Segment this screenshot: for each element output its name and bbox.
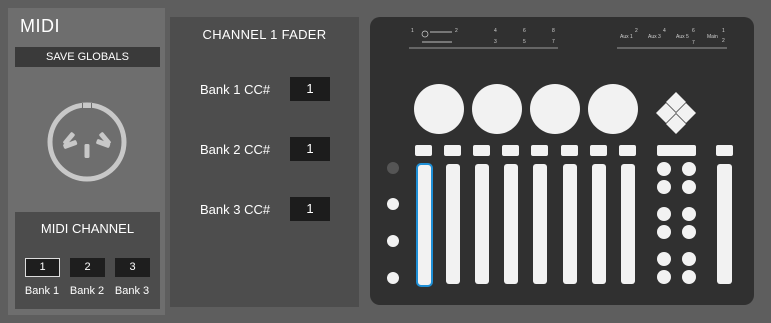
main-select-button[interactable] <box>716 145 733 156</box>
select-button-3[interactable] <box>473 145 490 156</box>
grid-button-8[interactable] <box>682 225 696 239</box>
fader-8[interactable] <box>621 164 635 284</box>
fader-6[interactable] <box>563 164 577 284</box>
grid-button-7[interactable] <box>657 225 671 239</box>
aux-4-label: 4 <box>663 28 666 34</box>
fader-settings-panel <box>170 17 359 307</box>
aux-2-label: 2 <box>635 28 638 34</box>
grid-button-12[interactable] <box>682 270 696 284</box>
select-button-1[interactable] <box>415 145 432 156</box>
indicator-dot <box>387 162 399 174</box>
grid-button-6[interactable] <box>682 207 696 221</box>
grid-button-3[interactable] <box>657 180 671 194</box>
aux-5-label: Aux 5 <box>676 34 689 40</box>
grid-button-1[interactable] <box>657 162 671 176</box>
grid-button-2[interactable] <box>682 162 696 176</box>
grid-button-5[interactable] <box>657 207 671 221</box>
bank-2-label: Bank 2 <box>69 285 105 297</box>
fader-4[interactable] <box>504 164 518 284</box>
top-label-7: 7 <box>552 39 555 45</box>
main-1-label: 1 <box>722 28 725 34</box>
knob-4[interactable] <box>588 84 638 134</box>
top-label-3: 3 <box>494 39 497 45</box>
bank-2-cc-input[interactable]: 1 <box>290 137 330 161</box>
select-button-2[interactable] <box>444 145 461 156</box>
top-label-4: 4 <box>494 28 497 34</box>
nav-diamond-icon[interactable] <box>656 92 696 134</box>
fader-7[interactable] <box>592 164 606 284</box>
bank-3-cc-input[interactable]: 1 <box>290 197 330 221</box>
controller-device-diagram: 1 2 4 3 6 5 8 7 Aux 1 2 Aux 3 4 Aux 5 6 … <box>387 28 733 287</box>
fader-2[interactable] <box>446 164 460 284</box>
wide-button[interactable] <box>657 145 696 156</box>
top-label-2: 2 <box>455 28 458 34</box>
midi-channel-title: MIDI CHANNEL <box>40 221 135 236</box>
aux-1-label: Aux 1 <box>620 34 633 40</box>
save-globals-button[interactable]: SAVE GLOBALS <box>15 47 160 67</box>
top-label-5: 5 <box>523 39 526 45</box>
fader-3[interactable] <box>475 164 489 284</box>
top-label-1: 1 <box>411 28 414 34</box>
select-button-8[interactable] <box>619 145 636 156</box>
aux-6-label: 6 <box>692 28 695 34</box>
select-button-6[interactable] <box>561 145 578 156</box>
bank-1-cc-label: Bank 1 CC# <box>200 82 271 97</box>
grid-button-11[interactable] <box>657 270 671 284</box>
grid-button-9[interactable] <box>657 252 671 266</box>
top-strip-dial-icon <box>421 30 429 38</box>
side-button-3[interactable] <box>387 272 399 284</box>
fader-1[interactable] <box>416 163 433 287</box>
bank-1-label: Bank 1 <box>24 285 60 297</box>
bank-3-label: Bank 3 <box>114 285 150 297</box>
select-button-5[interactable] <box>531 145 548 156</box>
select-button-4[interactable] <box>502 145 519 156</box>
knob-3[interactable] <box>530 84 580 134</box>
main-label: Main <box>707 34 718 40</box>
channel-bank-3-button[interactable]: 3 <box>115 258 150 277</box>
main-2-label: 2 <box>722 38 725 44</box>
side-button-1[interactable] <box>387 198 399 210</box>
select-button-7[interactable] <box>590 145 607 156</box>
top-label-6: 6 <box>523 28 526 34</box>
aux-7-label: 7 <box>692 40 695 46</box>
main-fader[interactable] <box>717 164 732 284</box>
bank-2-cc-label: Bank 2 CC# <box>200 142 271 157</box>
channel-bank-1-button[interactable]: 1 <box>25 258 60 277</box>
side-button-2[interactable] <box>387 235 399 247</box>
channel-bank-2-button[interactable]: 2 <box>70 258 105 277</box>
knob-2[interactable] <box>472 84 522 134</box>
fader-5[interactable] <box>533 164 547 284</box>
knob-1[interactable] <box>414 84 464 134</box>
midi-connector-icon <box>47 102 127 182</box>
aux-3-label: Aux 3 <box>648 34 661 40</box>
grid-button-10[interactable] <box>682 252 696 266</box>
bank-1-cc-input[interactable]: 1 <box>290 77 330 101</box>
bank-3-cc-label: Bank 3 CC# <box>200 202 271 217</box>
top-label-8: 8 <box>552 28 555 34</box>
page-title: MIDI <box>20 16 60 36</box>
grid-button-4[interactable] <box>682 180 696 194</box>
fader-title: CHANNEL 1 FADER <box>202 27 327 42</box>
